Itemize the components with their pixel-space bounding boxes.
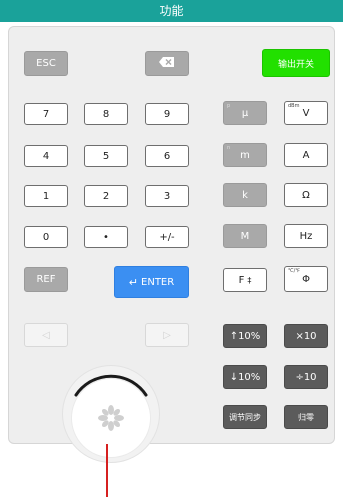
backspace-button[interactable]: [145, 51, 189, 76]
key-0[interactable]: 0: [24, 226, 68, 248]
unit-milli-button[interactable]: n m: [223, 143, 267, 167]
annotation-pointer-line: [106, 444, 108, 497]
key-decimal-point[interactable]: •: [84, 226, 128, 248]
key-9[interactable]: 9: [145, 103, 189, 125]
key-4-label: 4: [42, 150, 50, 162]
unit-phase-sublabel: ℃/℉: [288, 268, 301, 274]
key-plus-minus[interactable]: +/-: [145, 226, 189, 248]
enter-button[interactable]: ↵ ENTER: [114, 266, 189, 298]
key-7[interactable]: 7: [24, 103, 68, 125]
output-switch-button[interactable]: 输出开关: [262, 49, 330, 77]
unit-amp-button[interactable]: A: [284, 143, 328, 167]
panel-title: 功能: [0, 0, 343, 22]
key-2[interactable]: 2: [84, 185, 128, 207]
key-5-label: 5: [102, 150, 110, 162]
key-3[interactable]: 3: [145, 185, 189, 207]
ref-button[interactable]: REF: [24, 267, 68, 292]
chevron-right-icon: ▷: [163, 329, 171, 341]
key-7-label: 7: [42, 108, 50, 120]
unit-hz-button[interactable]: Hz: [284, 224, 328, 248]
unit-kilo-label: k: [242, 189, 248, 201]
key-8[interactable]: 8: [84, 103, 128, 125]
chevron-left-icon: ◁: [42, 329, 50, 341]
key-6[interactable]: 6: [145, 145, 189, 167]
decrease-10-percent-label: ↓10%: [229, 371, 261, 383]
esc-label: ESC: [36, 58, 56, 69]
unit-ohm-label: Ω: [302, 189, 310, 201]
multiply-10-label: ×10: [295, 330, 317, 342]
key-9-label: 9: [163, 108, 171, 120]
unit-phase-button[interactable]: ℃/℉ Φ: [284, 266, 328, 292]
divide-10-label: ÷10: [295, 371, 317, 383]
key-0-label: 0: [42, 231, 50, 243]
increase-10-percent-button[interactable]: ↑10%: [223, 324, 267, 348]
key-2-label: 2: [102, 190, 110, 202]
unit-micro-sublabel: p: [227, 103, 231, 109]
unit-milli-label: m: [240, 149, 250, 161]
adjust-sync-button[interactable]: 调节同步: [223, 405, 267, 429]
key-1-label: 1: [42, 190, 50, 202]
key-plus-minus-label: +/-: [159, 231, 175, 243]
reset-zero-label: 归零: [298, 412, 314, 422]
decrease-10-percent-button[interactable]: ↓10%: [223, 365, 267, 389]
unit-kilo-button[interactable]: k: [223, 183, 267, 207]
unit-micro-label: μ: [241, 107, 249, 119]
unit-volt-sublabel: dBm: [288, 103, 300, 109]
key-1[interactable]: 1: [24, 185, 68, 207]
unit-amp-label: A: [302, 149, 310, 161]
key-decimal-label: •: [103, 231, 109, 243]
key-3-label: 3: [163, 190, 171, 202]
output-switch-label: 输出开关: [277, 59, 314, 70]
cursor-right-button[interactable]: ▷: [145, 323, 189, 347]
unit-ohm-button[interactable]: Ω: [284, 183, 328, 207]
enter-label: ENTER: [141, 276, 175, 288]
unit-mega-button[interactable]: M: [223, 224, 267, 248]
unit-farad-button[interactable]: F ‡: [223, 268, 267, 292]
unit-mega-label: M: [240, 230, 250, 242]
unit-farad-glyph: ‡: [247, 275, 252, 285]
ref-label: REF: [36, 274, 56, 285]
divide-10-button[interactable]: ÷10: [284, 365, 328, 389]
enter-icon: ↵: [128, 275, 139, 289]
unit-milli-sublabel: n: [227, 145, 231, 151]
unit-volt-button[interactable]: dBm V: [284, 101, 328, 125]
multiply-10-button[interactable]: ×10: [284, 324, 328, 348]
knob-grip-icon: [98, 405, 124, 431]
esc-button[interactable]: ESC: [24, 51, 68, 76]
adjust-sync-label: 调节同步: [229, 412, 261, 422]
cursor-left-button[interactable]: ◁: [24, 323, 68, 347]
reset-zero-button[interactable]: 归零: [284, 405, 328, 429]
increase-10-percent-label: ↑10%: [229, 330, 261, 342]
backspace-icon: [159, 57, 175, 70]
unit-farad-label: F: [238, 274, 245, 286]
unit-hz-label: Hz: [299, 230, 313, 242]
unit-volt-label: V: [302, 107, 310, 119]
key-4[interactable]: 4: [24, 145, 68, 167]
key-8-label: 8: [102, 108, 110, 120]
unit-micro-button[interactable]: p μ: [223, 101, 267, 125]
key-6-label: 6: [163, 150, 171, 162]
key-5[interactable]: 5: [84, 145, 128, 167]
unit-phase-label: Φ: [302, 273, 310, 285]
